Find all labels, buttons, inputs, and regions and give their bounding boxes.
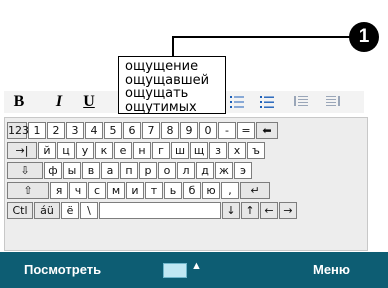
- key-э[interactable]: э: [234, 162, 252, 179]
- key-1[interactable]: 1: [28, 122, 46, 139]
- key-6[interactable]: 6: [123, 122, 141, 139]
- key-9[interactable]: 9: [180, 122, 198, 139]
- key-о[interactable]: о: [158, 162, 176, 179]
- key-щ[interactable]: щ: [190, 142, 208, 159]
- key-и[interactable]: и: [126, 182, 144, 199]
- key-ц[interactable]: ц: [57, 142, 75, 159]
- shift-key[interactable]: ⇧: [7, 182, 49, 199]
- key-л[interactable]: л: [177, 162, 195, 179]
- caps-key[interactable]: ⇩: [7, 162, 43, 179]
- key-minus[interactable]: -: [218, 122, 236, 139]
- key-п[interactable]: п: [120, 162, 138, 179]
- key-я[interactable]: я: [50, 182, 68, 199]
- key-ё[interactable]: ё: [61, 202, 79, 219]
- tab-key[interactable]: →|: [7, 142, 37, 159]
- keyboard-icon[interactable]: [163, 263, 187, 278]
- suggestion-item[interactable]: ощущавшей: [125, 73, 225, 88]
- decrease-indent-icon[interactable]: [294, 95, 308, 109]
- key-equals[interactable]: =: [237, 122, 255, 139]
- callout-line-horizontal: [172, 36, 352, 38]
- key-backslash[interactable]: \: [80, 202, 98, 219]
- ctrl-key[interactable]: Ctl: [7, 202, 33, 219]
- suggestion-item[interactable]: ощущать: [125, 87, 225, 101]
- key-г[interactable]: г: [152, 142, 170, 159]
- key-к[interactable]: к: [95, 142, 113, 159]
- softkey-bar: Посмотреть ▲ Меню: [0, 252, 388, 288]
- accent-key[interactable]: áü: [34, 202, 60, 219]
- key-ю[interactable]: ю: [202, 182, 220, 199]
- key-ч[interactable]: ч: [69, 182, 87, 199]
- arrow-down-key[interactable]: ↓: [222, 202, 240, 219]
- arrow-left-key[interactable]: ←: [260, 202, 278, 219]
- key-с[interactable]: с: [88, 182, 106, 199]
- arrow-right-key[interactable]: →: [279, 202, 297, 219]
- key-в[interactable]: в: [82, 162, 100, 179]
- key-4[interactable]: 4: [85, 122, 103, 139]
- key-ы[interactable]: ы: [63, 162, 81, 179]
- key-2[interactable]: 2: [47, 122, 65, 139]
- key-ш[interactable]: ш: [171, 142, 189, 159]
- pda-screen: 1 B I U 123 1 2 3 4 5 6 7 8 9 0 - = ⬅ →|…: [0, 0, 388, 288]
- key-р[interactable]: р: [139, 162, 157, 179]
- key-ъ[interactable]: ъ: [247, 142, 265, 159]
- key-123[interactable]: 123: [7, 122, 29, 139]
- key-д[interactable]: д: [196, 162, 214, 179]
- suggestion-item[interactable]: ощущение: [125, 60, 225, 74]
- numbered-list-icon[interactable]: [260, 95, 274, 109]
- bold-button[interactable]: B: [10, 91, 28, 113]
- key-а[interactable]: а: [101, 162, 119, 179]
- key-н[interactable]: н: [133, 142, 151, 159]
- key-ь[interactable]: ь: [164, 182, 182, 199]
- key-ф[interactable]: ф: [44, 162, 62, 179]
- word-suggestion-popup: ощущение ощущавшей ощущать ощутимых: [118, 56, 226, 114]
- menu-softkey[interactable]: Меню: [313, 262, 350, 277]
- callout-line-vertical: [172, 36, 174, 58]
- key-м[interactable]: м: [107, 182, 125, 199]
- key-х[interactable]: х: [228, 142, 246, 159]
- italic-button[interactable]: I: [50, 91, 68, 113]
- key-5[interactable]: 5: [104, 122, 122, 139]
- key-0[interactable]: 0: [199, 122, 217, 139]
- key-comma[interactable]: ,: [221, 182, 239, 199]
- key-т[interactable]: т: [145, 182, 163, 199]
- bullet-list-icon[interactable]: [230, 95, 244, 109]
- key-й[interactable]: й: [38, 142, 56, 159]
- enter-key[interactable]: ↵: [240, 182, 270, 199]
- suggestion-item[interactable]: ощутимых: [125, 100, 225, 115]
- key-з[interactable]: з: [209, 142, 227, 159]
- input-selector-arrow-icon[interactable]: ▲: [191, 260, 202, 272]
- increase-indent-icon[interactable]: [326, 95, 340, 109]
- underline-button[interactable]: U: [80, 91, 98, 113]
- space-key[interactable]: [99, 202, 221, 219]
- key-б[interactable]: б: [183, 182, 201, 199]
- key-3[interactable]: 3: [66, 122, 84, 139]
- key-7[interactable]: 7: [142, 122, 160, 139]
- view-softkey[interactable]: Посмотреть: [24, 262, 101, 277]
- soft-keyboard: 123 1 2 3 4 5 6 7 8 9 0 - = ⬅ →| й ц у к…: [4, 117, 368, 251]
- key-ж[interactable]: ж: [215, 162, 233, 179]
- callout-number-badge: 1: [349, 22, 379, 52]
- key-у[interactable]: у: [76, 142, 94, 159]
- key-е[interactable]: е: [114, 142, 132, 159]
- arrow-up-key[interactable]: ↑: [241, 202, 259, 219]
- key-8[interactable]: 8: [161, 122, 179, 139]
- backspace-key[interactable]: ⬅: [256, 122, 278, 139]
